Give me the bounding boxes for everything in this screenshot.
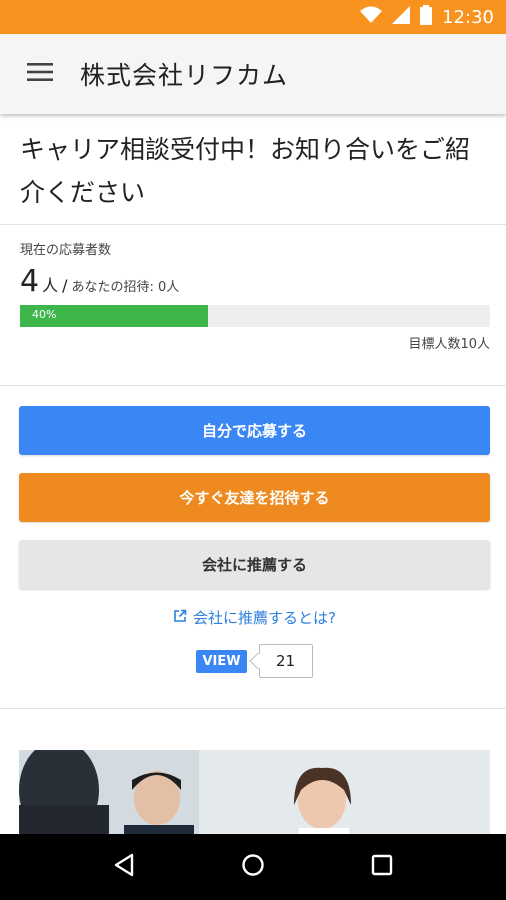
stat-separator: / bbox=[62, 276, 68, 295]
view-counter: VIEW 21 bbox=[19, 644, 490, 678]
what-is-recommend-link[interactable]: 会社に推薦するとは? bbox=[19, 607, 490, 628]
goal-text: 目標人数10人 bbox=[408, 337, 490, 352]
wifi-icon bbox=[360, 6, 383, 28]
apply-button[interactable]: 自分で応募する bbox=[19, 406, 490, 455]
office-photo-illustration bbox=[19, 750, 490, 834]
divider bbox=[0, 708, 506, 709]
applicant-count-line: 4 人 / あなたの招待: 0人 bbox=[20, 264, 490, 299]
app-title: 株式会社リフカム bbox=[80, 61, 289, 90]
main-content[interactable]: キャリア相談受付中！お知り合いをご紹介ください 現在の応募者数 4 人 / あな… bbox=[0, 114, 506, 834]
menu-button[interactable] bbox=[0, 34, 80, 114]
external-link-icon bbox=[173, 609, 187, 627]
view-count-bubble: 21 bbox=[249, 644, 313, 678]
recommend-company-button[interactable]: 会社に推薦する bbox=[19, 540, 490, 589]
status-time: 12:30 bbox=[442, 6, 494, 28]
battery-icon bbox=[420, 5, 433, 29]
view-count: 21 bbox=[258, 644, 313, 678]
home-button[interactable] bbox=[223, 837, 283, 897]
progress-label: 40% bbox=[32, 308, 57, 321]
progress-bar: 40% bbox=[20, 305, 490, 327]
applicant-count: 4 bbox=[20, 264, 40, 299]
invite-friends-button[interactable]: 今すぐ友達を招待する bbox=[19, 473, 490, 522]
your-invites: あなたの招待: 0人 bbox=[71, 280, 180, 295]
home-icon bbox=[241, 853, 265, 881]
system-navigation-bar bbox=[0, 834, 506, 900]
signal-icon bbox=[392, 6, 411, 28]
back-button[interactable] bbox=[94, 837, 154, 897]
recents-button[interactable] bbox=[352, 837, 412, 897]
page-headline: キャリア相談受付中！お知り合いをご紹介ください bbox=[20, 135, 471, 207]
recents-icon bbox=[371, 854, 393, 880]
app-bar: 株式会社リフカム bbox=[0, 34, 506, 114]
action-section: 自分で応募する 今すぐ友達を招待する 会社に推薦する 会社に推薦するとは? VI… bbox=[0, 386, 506, 708]
what-is-recommend-label: 会社に推薦するとは? bbox=[193, 609, 336, 627]
applicant-stats: 現在の応募者数 4 人 / あなたの招待: 0人 40% 目標人数10人 bbox=[0, 225, 506, 385]
hero-photo bbox=[19, 750, 490, 834]
status-bar: 12:30 bbox=[0, 0, 506, 34]
back-icon bbox=[113, 853, 135, 881]
hamburger-menu-icon bbox=[27, 63, 53, 85]
applicant-count-unit: 人 bbox=[42, 276, 59, 295]
view-badge: VIEW bbox=[196, 649, 247, 673]
applicant-count-label: 現在の応募者数 bbox=[20, 243, 112, 258]
